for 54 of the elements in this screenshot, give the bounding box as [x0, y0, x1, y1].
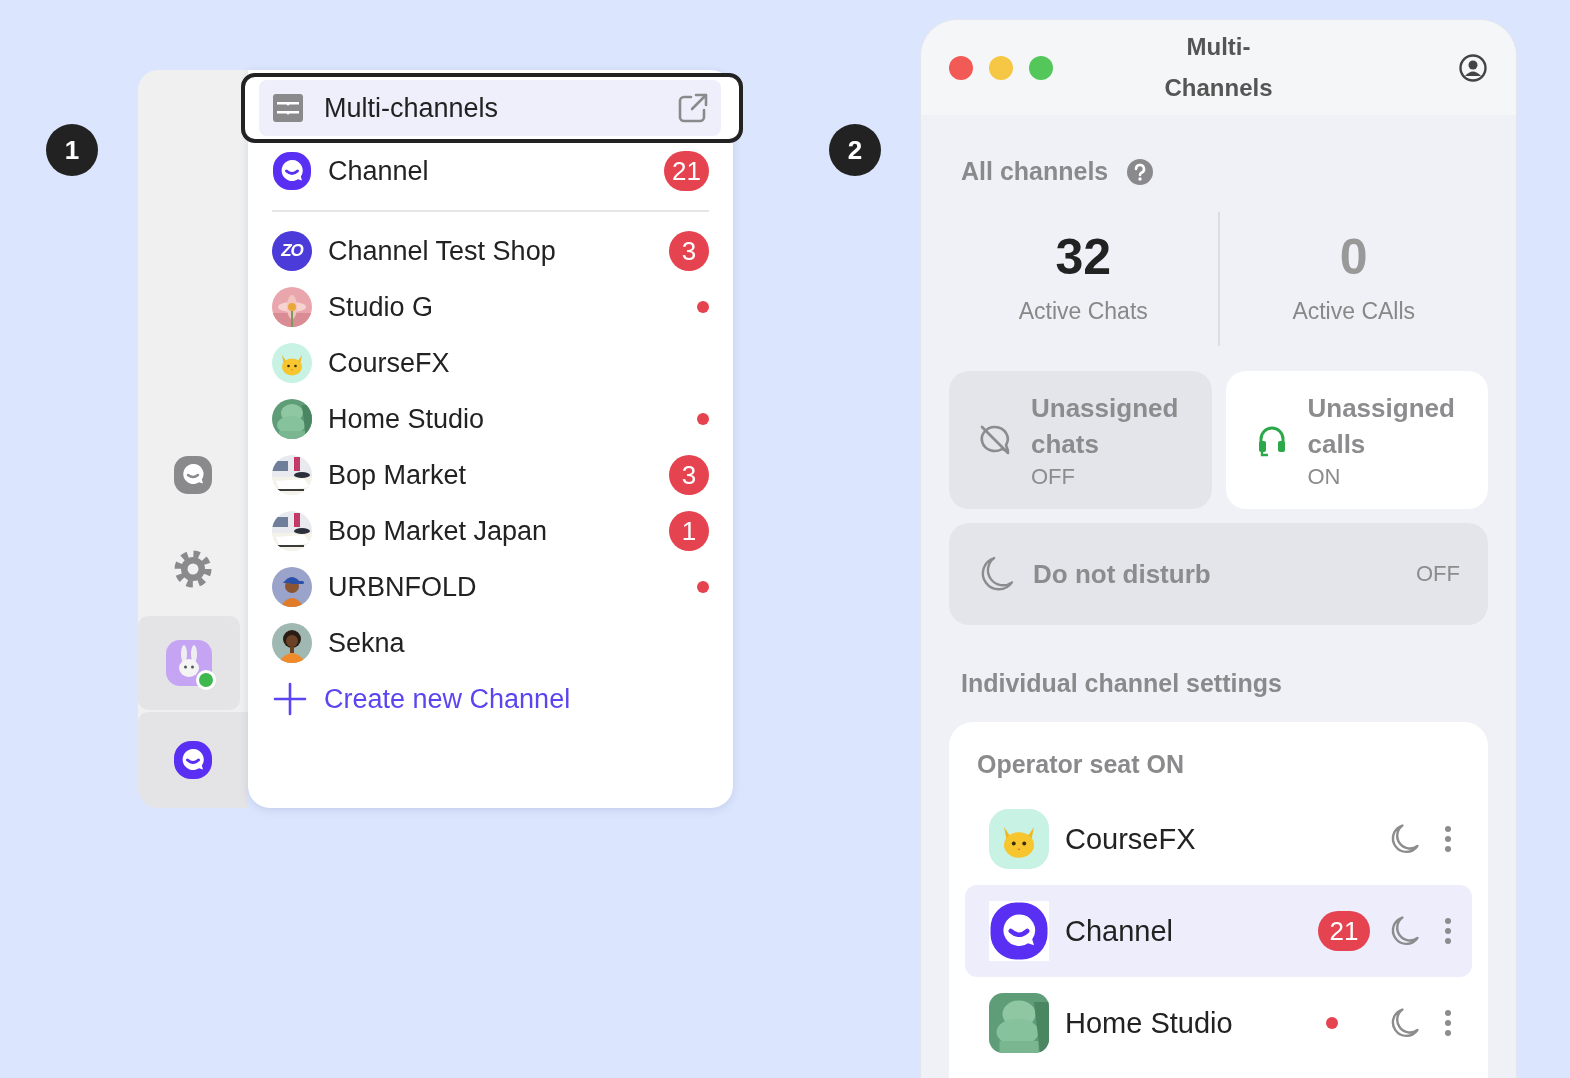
unread-badge: 1 [669, 511, 709, 551]
channel-logo-icon [272, 151, 312, 191]
window-title: Multi-Channels [1163, 31, 1274, 103]
group-title: Operator seat ON [976, 750, 1185, 779]
channel-item[interactable]: URBNFOLD [248, 559, 733, 615]
step-number: 2 [829, 124, 881, 176]
channel-item[interactable]: Home Studio [248, 391, 733, 447]
section-title: All channels [961, 157, 1109, 186]
channel-item[interactable]: Sekna [248, 615, 733, 671]
settings-icon[interactable] [173, 549, 213, 589]
cat-avatar-icon [272, 343, 312, 383]
toggle-title: Unassigned chats [1031, 392, 1180, 461]
external-link-icon[interactable] [677, 92, 709, 124]
chat-icon[interactable] [173, 455, 213, 495]
stat-value: 0 [1339, 228, 1368, 286]
channel-item[interactable]: Channel 21 [248, 143, 733, 199]
menu-item[interactable]: Multi-channels [259, 80, 721, 136]
channel-row[interactable]: CourseFX [965, 793, 1472, 885]
more-options-icon[interactable] [1444, 916, 1452, 946]
help-icon[interactable] [1126, 157, 1155, 186]
toggle-title: Do not disturb [1033, 558, 1212, 591]
channel-item[interactable]: Bop Market Japan 1 [248, 503, 733, 559]
toggle-status: OFF [1416, 561, 1460, 587]
bunny-avatar-icon[interactable] [166, 640, 212, 686]
step-number: 1 [46, 124, 98, 176]
toggle-status: ON [1307, 464, 1342, 490]
toggle-title: Unassigned calls [1307, 392, 1456, 461]
unread-badge: 21 [664, 151, 709, 191]
channel-item[interactable]: Bop Market 3 [248, 447, 733, 503]
channel-row[interactable]: Home Studio [965, 977, 1472, 1069]
plus-icon [272, 681, 308, 717]
channel-logo-icon[interactable] [173, 740, 213, 780]
create-channel-link[interactable]: Create new Channel [248, 671, 733, 727]
user-account-icon[interactable] [1458, 52, 1488, 83]
more-options-icon[interactable] [1444, 1008, 1452, 1038]
channel-row[interactable]: Channel 21 [965, 885, 1472, 977]
channel-item[interactable]: CourseFX [248, 335, 733, 391]
channel-item[interactable]: Studio G [248, 279, 733, 335]
unread-badge: 3 [669, 455, 709, 495]
zo-logo: ZO [272, 231, 312, 271]
close-button[interactable] [949, 55, 973, 80]
stat-label: Active CAlls [1292, 298, 1416, 325]
maximize-button[interactable] [1029, 55, 1053, 80]
section-title: Individual channel settings [960, 668, 1283, 698]
channel-item[interactable]: ZO Channel Test Shop 3 [248, 223, 733, 279]
unread-badge: 3 [669, 231, 709, 271]
channel-logo-icon [989, 901, 1049, 961]
cat-avatar-icon [989, 809, 1049, 869]
toggle-status: OFF [1031, 464, 1076, 490]
unread-badge: 21 [1318, 911, 1370, 951]
stat-label: Active Chats [1018, 298, 1148, 325]
multi-channel-icon [272, 92, 304, 124]
stat-value: 32 [1055, 228, 1112, 286]
more-options-icon[interactable] [1444, 824, 1452, 854]
